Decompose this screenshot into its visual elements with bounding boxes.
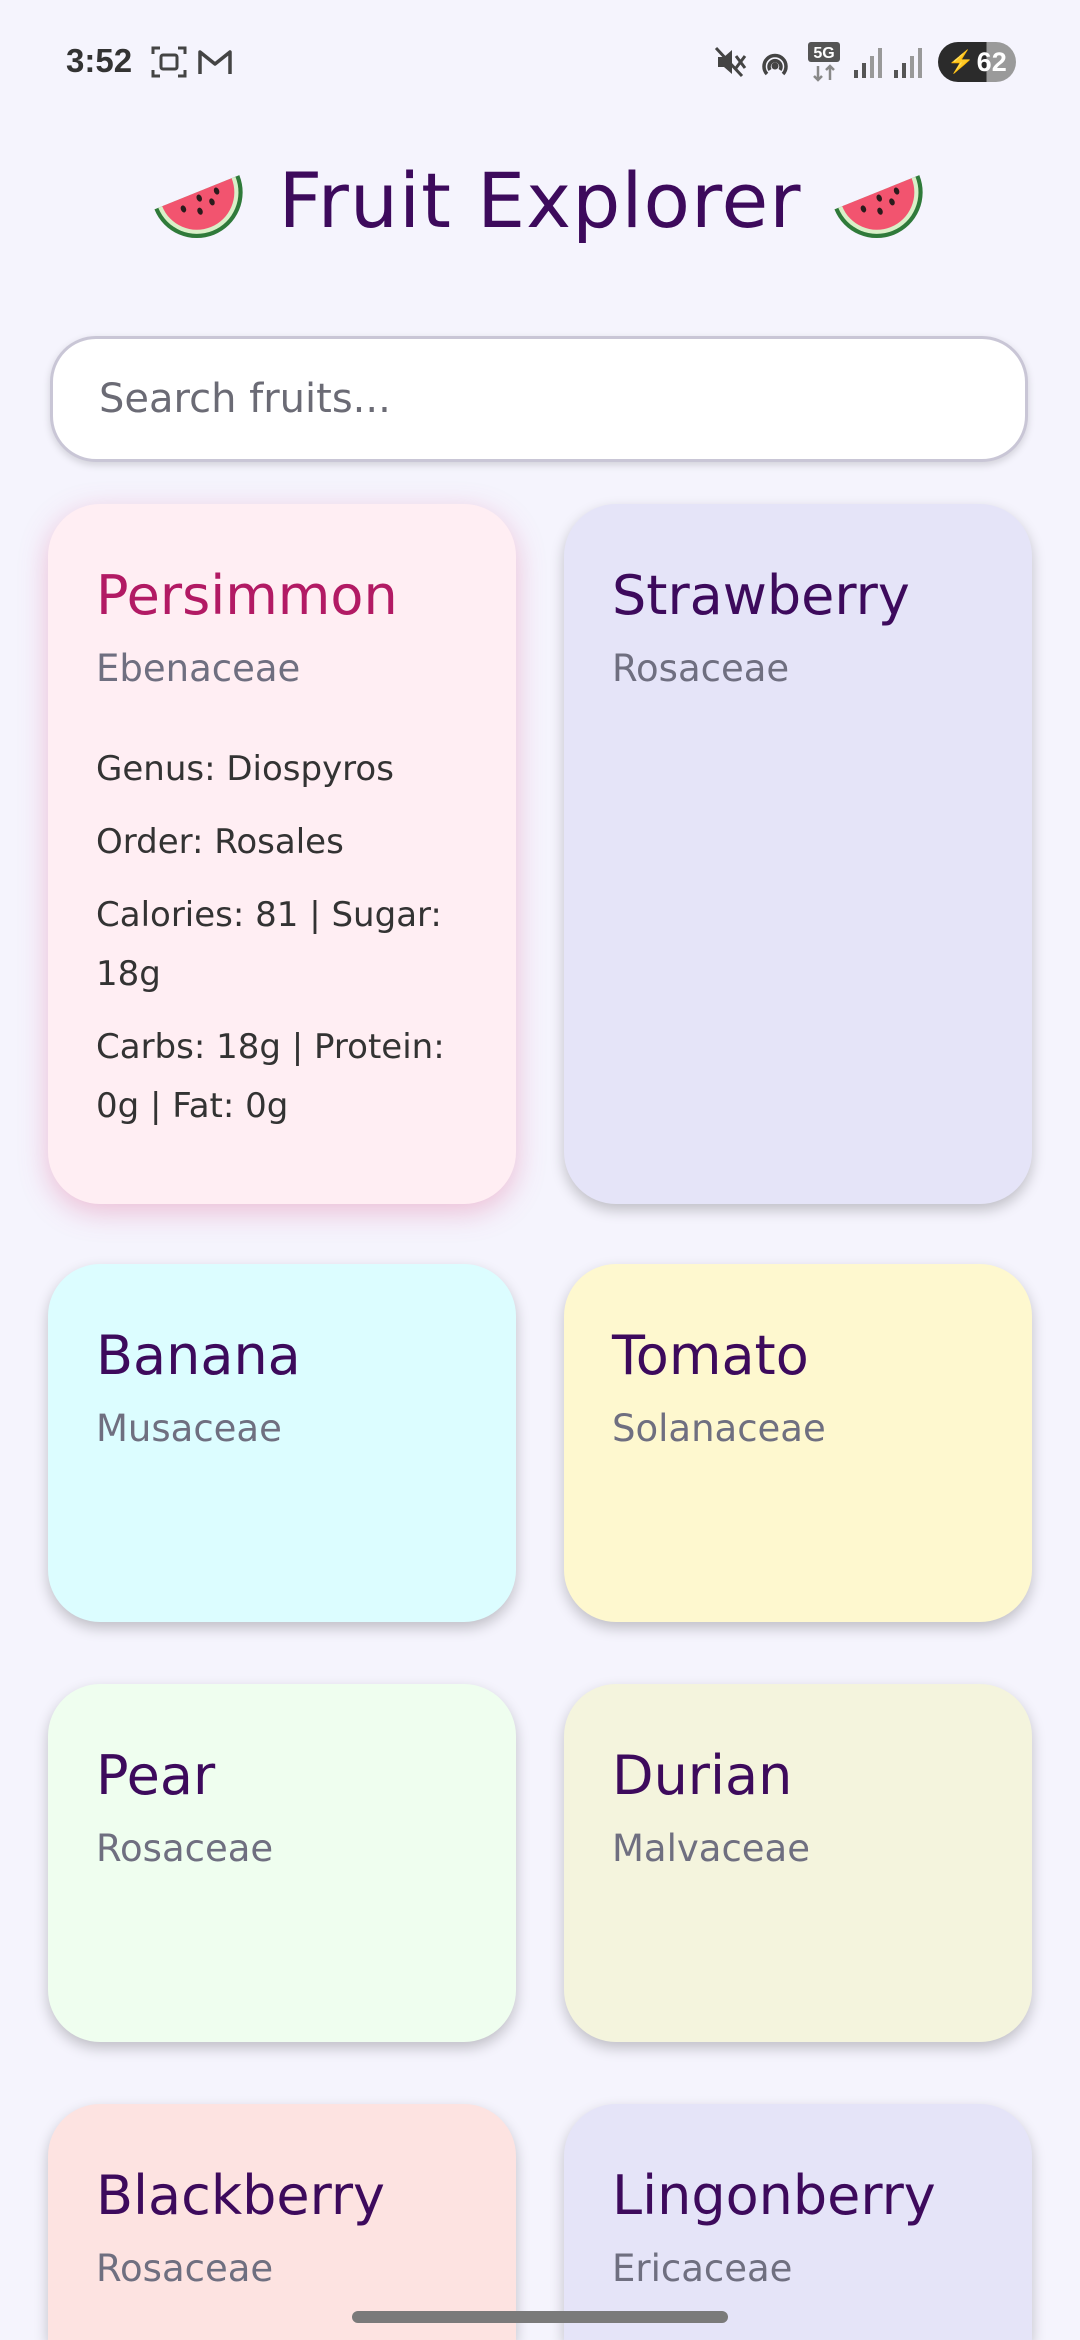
fruit-name: Strawberry bbox=[612, 564, 910, 627]
fruit-name: Pear bbox=[96, 1744, 216, 1807]
hotspot-icon bbox=[762, 53, 788, 76]
status-bar: 3:52 5G ⚡ 62 bbox=[0, 0, 1080, 126]
fruit-card-blackberry[interactable]: Blackberry Rosaceae bbox=[48, 2104, 516, 2340]
fruit-card-strawberry[interactable]: Strawberry Rosaceae bbox=[564, 504, 1032, 1204]
screenshot-icon bbox=[151, 46, 187, 78]
fruit-name: Lingonberry bbox=[612, 2164, 936, 2227]
status-time: 3:52 bbox=[66, 42, 133, 79]
network-type-label: 5G bbox=[813, 45, 834, 62]
fruit-genus: Genus: Diospyros bbox=[96, 749, 394, 789]
fruit-macros: Carbs: 18g | Protein: 0g | Fat: 0g bbox=[96, 1027, 445, 1126]
fruit-card-pear[interactable]: Pear Rosaceae bbox=[48, 1684, 516, 2042]
fruit-family: Rosaceae bbox=[96, 1827, 274, 1870]
battery-indicator: ⚡ 62 bbox=[938, 42, 1016, 82]
mute-icon bbox=[714, 46, 747, 78]
home-indicator[interactable] bbox=[352, 2311, 728, 2323]
fruit-card-persimmon[interactable]: Persimmon Ebenaceae Genus: Diospyros Ord… bbox=[48, 504, 516, 1204]
fruit-family: Ebenaceae bbox=[96, 647, 301, 690]
charging-bolt-icon: ⚡ bbox=[947, 49, 975, 74]
5g-icon: 5G bbox=[808, 42, 840, 82]
fruit-name: Tomato bbox=[612, 1324, 809, 1387]
app-header: Fruit Explorer bbox=[0, 140, 1080, 260]
signal-icon-2 bbox=[894, 48, 922, 78]
fruit-name: Durian bbox=[612, 1744, 793, 1807]
gmail-icon bbox=[198, 50, 232, 74]
fruit-card-banana[interactable]: Banana Musaceae bbox=[48, 1264, 516, 1622]
battery-level: 62 bbox=[976, 46, 1007, 77]
fruit-name: Persimmon bbox=[96, 564, 398, 627]
fruit-family: Solanaceae bbox=[612, 1407, 826, 1450]
fruit-order: Order: Rosales bbox=[96, 822, 344, 862]
search-input[interactable] bbox=[50, 336, 1028, 462]
fruit-family: Rosaceae bbox=[96, 2247, 274, 2290]
fruit-card-tomato[interactable]: Tomato Solanaceae bbox=[564, 1264, 1032, 1622]
fruit-family: Ericaceae bbox=[612, 2247, 793, 2290]
fruit-card-durian[interactable]: Durian Malvaceae bbox=[564, 1684, 1032, 2042]
watermelon-icon bbox=[154, 175, 244, 239]
fruit-family: Rosaceae bbox=[612, 647, 790, 690]
signal-icon-1 bbox=[854, 48, 882, 78]
fruit-card-lingonberry[interactable]: Lingonberry Ericaceae bbox=[564, 2104, 1032, 2340]
fruit-name: Blackberry bbox=[96, 2164, 386, 2227]
fruit-family: Malvaceae bbox=[612, 1827, 810, 1870]
fruit-name: Banana bbox=[96, 1324, 301, 1387]
fruit-family: Musaceae bbox=[96, 1407, 282, 1450]
fruit-details: Genus: Diospyros Order: Rosales Calories… bbox=[96, 740, 468, 1136]
fruit-calories-sugar: Calories: 81 | Sugar: 18g bbox=[96, 895, 442, 994]
watermelon-icon bbox=[834, 175, 923, 239]
page-title: Fruit Explorer bbox=[278, 155, 802, 245]
